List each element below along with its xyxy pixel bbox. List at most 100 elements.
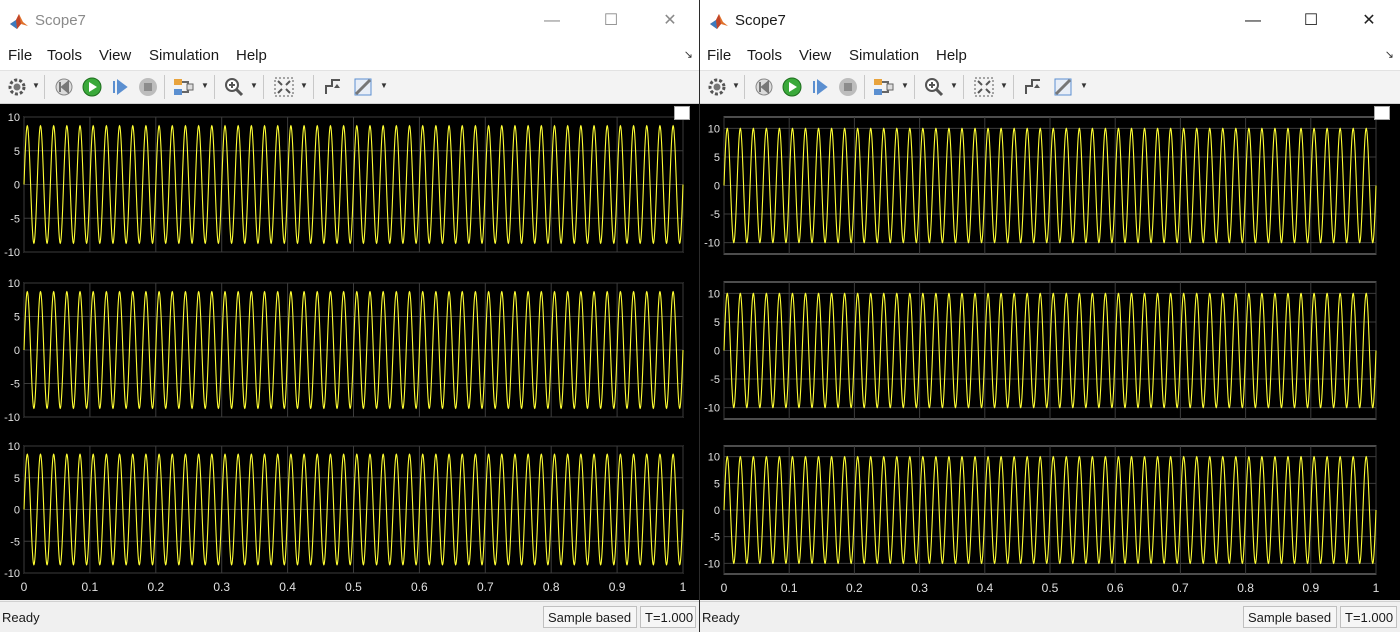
measurements-dropdown-icon[interactable]: ▼ (380, 81, 388, 90)
x-tick-label: 0.2 (846, 581, 863, 595)
close-button[interactable]: ✕ (1352, 8, 1386, 34)
title-bar[interactable]: Scope7 — ☐ ✕ (0, 0, 699, 42)
title-bar[interactable]: Scope7 — ☐ ✕ (700, 0, 1400, 42)
menu-bar: File Tools View Simulation Help ↘ (0, 42, 699, 71)
menu-view[interactable]: View (99, 47, 131, 64)
x-tick-label: 0.3 (213, 580, 230, 594)
status-bar: Ready Sample based T=1.000 (0, 601, 699, 632)
trigger-icon[interactable] (1022, 76, 1044, 98)
autoscale-dropdown-icon[interactable]: ▼ (300, 81, 308, 90)
toolbar-separator (914, 75, 915, 99)
x-tick-label: 0.6 (1107, 581, 1124, 595)
y-tick-label: 0 (714, 181, 720, 193)
x-tick-label: 0.9 (609, 580, 626, 594)
x-tick-label: 0.5 (1042, 581, 1059, 595)
menu-file[interactable]: File (8, 47, 32, 64)
menu-file[interactable]: File (707, 47, 731, 64)
menu-view[interactable]: View (799, 47, 831, 64)
zoom-dropdown-icon[interactable]: ▼ (950, 81, 958, 90)
y-tick-label: -5 (10, 213, 20, 225)
y-tick-label: -5 (10, 379, 20, 391)
toolbar-separator (963, 75, 964, 99)
x-tick-label: 0.8 (543, 580, 560, 594)
menu-help[interactable]: Help (936, 47, 967, 64)
x-tick-label: 0.2 (147, 580, 164, 594)
y-tick-label: 10 (708, 123, 720, 135)
menu-help[interactable]: Help (236, 47, 267, 64)
minimize-button[interactable]: — (1236, 8, 1270, 34)
signal-highlight-icon[interactable] (172, 76, 194, 98)
settings-icon[interactable] (6, 76, 28, 98)
window-title: Scope7 (735, 12, 786, 29)
toolbar-separator (44, 75, 45, 99)
maximize-button[interactable]: ☐ (594, 8, 628, 34)
measurements-icon[interactable] (352, 76, 374, 98)
status-ready: Ready (2, 610, 40, 625)
sample-mode: Sample based (543, 606, 637, 628)
settings-dropdown-icon[interactable]: ▼ (732, 81, 740, 90)
undock-icon[interactable] (1374, 106, 1390, 120)
run-icon[interactable] (781, 76, 803, 98)
step-forward-icon[interactable] (109, 76, 131, 98)
y-tick-label: 0 (14, 345, 20, 357)
stop-icon[interactable] (137, 76, 159, 98)
signal-highlight-icon[interactable] (872, 76, 894, 98)
toolbar-separator (1013, 75, 1014, 99)
menu-overflow-icon[interactable]: ↘ (1385, 48, 1394, 61)
run-icon[interactable] (81, 76, 103, 98)
status-ready: Ready (702, 610, 740, 625)
scope-display: 10 5 0 -5 -10 10 5 0 -5 -10 10 5 0 -5 -10 0 0.1 0.2 0.3 0.4… (700, 104, 1400, 600)
undock-icon[interactable] (674, 106, 690, 120)
autoscale-icon[interactable] (273, 76, 295, 98)
step-back-icon[interactable] (753, 76, 775, 98)
x-tick-label: 0.1 (781, 581, 798, 595)
highlight-dropdown-icon[interactable]: ▼ (201, 81, 209, 90)
y-tick-label: -10 (4, 412, 20, 424)
x-tick-label: 0.9 (1302, 581, 1319, 595)
toolbar: ▼ ▼ ▼ ▼ ▼ (700, 71, 1400, 104)
menu-simulation[interactable]: Simulation (849, 47, 919, 64)
x-tick-label: 1 (680, 580, 687, 594)
scope-window-right: Scope7 — ☐ ✕ File Tools View Simulation … (700, 0, 1400, 632)
status-bar: Ready Sample based T=1.000 (700, 601, 1400, 632)
minimize-button[interactable]: — (535, 8, 569, 34)
measurements-icon[interactable] (1052, 76, 1074, 98)
scope-panel-2: 10 5 0 -5 -10 (704, 281, 1377, 420)
maximize-button[interactable]: ☐ (1294, 8, 1328, 34)
y-tick-label: -5 (710, 374, 720, 386)
scope-panel-3: 10 5 0 -5 -10 (4, 441, 684, 580)
x-tick-label: 0.6 (411, 580, 428, 594)
stop-icon[interactable] (837, 76, 859, 98)
sample-mode: Sample based (1243, 606, 1337, 628)
toolbar-separator (313, 75, 314, 99)
autoscale-icon[interactable] (973, 76, 995, 98)
step-forward-icon[interactable] (809, 76, 831, 98)
menu-overflow-icon[interactable]: ↘ (684, 48, 693, 61)
x-tick-label: 0.4 (976, 581, 993, 595)
zoom-in-icon[interactable] (223, 76, 245, 98)
autoscale-dropdown-icon[interactable]: ▼ (1000, 81, 1008, 90)
menu-tools[interactable]: Tools (47, 47, 82, 64)
menu-simulation[interactable]: Simulation (149, 47, 219, 64)
y-tick-label: 5 (714, 478, 720, 490)
zoom-dropdown-icon[interactable]: ▼ (250, 81, 258, 90)
toolbar-separator (164, 75, 165, 99)
zoom-in-icon[interactable] (923, 76, 945, 98)
sim-time: T=1.000 (1340, 606, 1397, 628)
x-tick-label: 0.7 (477, 580, 494, 594)
settings-dropdown-icon[interactable]: ▼ (32, 81, 40, 90)
y-tick-label: -5 (710, 209, 720, 221)
y-tick-label: -5 (10, 536, 20, 548)
menu-tools[interactable]: Tools (747, 47, 782, 64)
settings-icon[interactable] (706, 76, 728, 98)
measurements-dropdown-icon[interactable]: ▼ (1080, 81, 1088, 90)
x-tick-label: 1 (1373, 581, 1380, 595)
close-button[interactable]: ✕ (653, 8, 687, 34)
trigger-icon[interactable] (322, 76, 344, 98)
scope-axes: 1050-5-101050-5-101050-5-100 0.1 0.2 0.3 0.4… (4, 112, 687, 594)
scope-window-left: Scope7 — ☐ ✕ File Tools View Simulation … (0, 0, 699, 632)
step-back-icon[interactable] (53, 76, 75, 98)
scope-panel-3: 10 5 0 -5 -10 (704, 445, 1377, 575)
window-title: Scope7 (35, 12, 86, 29)
highlight-dropdown-icon[interactable]: ▼ (901, 81, 909, 90)
